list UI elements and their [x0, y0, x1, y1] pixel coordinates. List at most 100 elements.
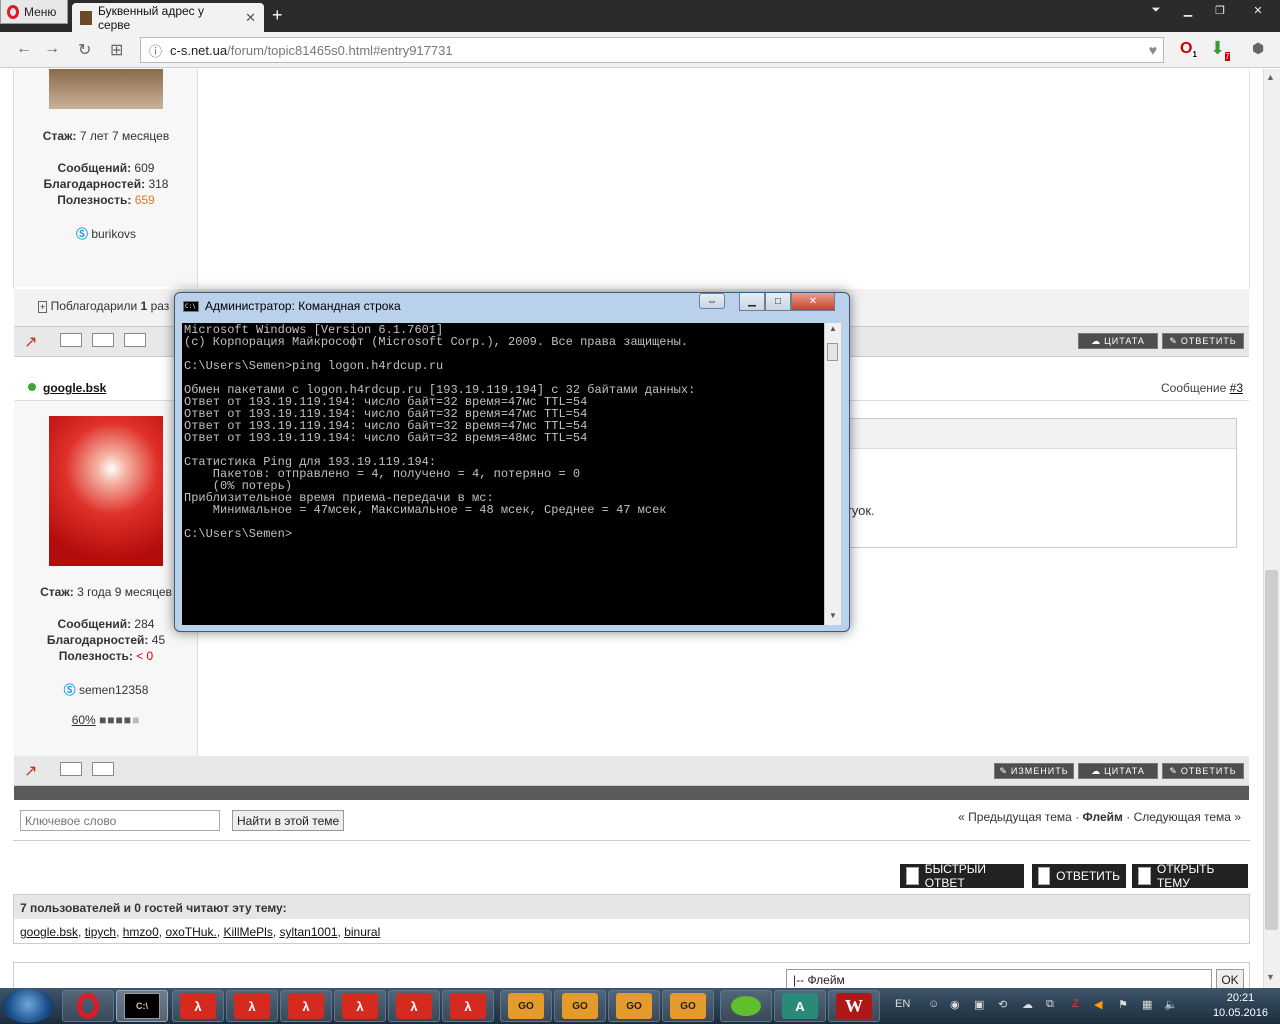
- post2-msg-link[interactable]: #3: [1230, 381, 1243, 395]
- reply-big-button[interactable]: ОТВЕТИТЬ: [1032, 864, 1126, 888]
- post2-msg-label: Сообщение: [1160, 381, 1227, 395]
- jump-ok-button[interactable]: OK: [1216, 969, 1244, 989]
- back-icon[interactable]: ←: [16, 40, 32, 58]
- tray-monitor-icon[interactable]: ▣: [974, 998, 984, 1011]
- search-topic-button[interactable]: Найти в этой теме: [232, 810, 345, 831]
- tray-speaker-alert-icon[interactable]: ◀: [1094, 998, 1102, 1011]
- quote-button[interactable]: ☁ ЦИТАТА: [1078, 333, 1158, 349]
- tray-network2-icon[interactable]: ⧉: [1046, 998, 1054, 1011]
- reader-user-link[interactable]: binural: [344, 925, 380, 939]
- taskbar-csgo-3[interactable]: GO: [608, 990, 660, 1022]
- taskbar-hl-3[interactable]: λ: [280, 990, 332, 1022]
- language-indicator[interactable]: EN: [895, 998, 910, 1010]
- reader-user-link[interactable]: hmzo0: [123, 925, 159, 939]
- download-extension-icon[interactable]: ⬇7: [1210, 38, 1230, 61]
- search-input[interactable]: [20, 810, 220, 831]
- cmd-maximize-icon[interactable]: □: [765, 293, 791, 311]
- tray-sync-icon[interactable]: ⟲: [998, 998, 1007, 1011]
- cmd-scroll-thumb[interactable]: [827, 343, 838, 361]
- next-topic-link[interactable]: Следующая тема »: [1134, 810, 1241, 824]
- taskbar-hl-1[interactable]: λ: [172, 990, 224, 1022]
- reader-user-link[interactable]: syltan1001: [280, 925, 338, 939]
- up-arrow-icon[interactable]: ↗: [24, 332, 37, 352]
- start-button[interactable]: [2, 989, 54, 1023]
- taskbar-hl-2[interactable]: λ: [226, 990, 278, 1022]
- taskbar-a-app[interactable]: A: [774, 990, 826, 1022]
- mail-icon[interactable]: [124, 333, 146, 347]
- post2-thanks-value: 45: [151, 633, 166, 647]
- site-info-icon[interactable]: ⓘ: [149, 41, 162, 60]
- adblock-extension-icon[interactable]: O1: [1180, 40, 1197, 60]
- speed-dial-icon[interactable]: ⊞: [110, 40, 123, 60]
- page-scroll-thumb[interactable]: [1265, 570, 1278, 930]
- reader-user-link[interactable]: KillMePls: [223, 925, 272, 939]
- scroll-down-icon[interactable]: ▼: [1266, 972, 1275, 982]
- opera-menu-button[interactable]: Меню: [0, 0, 68, 24]
- post2-skype[interactable]: semen12358: [79, 683, 148, 697]
- minimize-icon[interactable]: ▁: [1172, 0, 1204, 20]
- tray-volume-icon[interactable]: 🔈: [1164, 998, 1178, 1011]
- cmd-scrollbar[interactable]: ▲ ▼: [824, 323, 841, 625]
- reply-button[interactable]: ✎ ОТВЕТИТЬ: [1162, 333, 1244, 349]
- extensions-icon[interactable]: ⬢: [1252, 40, 1264, 57]
- report-icon[interactable]: [60, 762, 82, 776]
- quick-reply-button[interactable]: БЫСТРЫЙ ОТВЕТ: [900, 862, 1024, 890]
- quote-button[interactable]: ☁ ЦИТАТА: [1078, 763, 1158, 779]
- system-clock[interactable]: 20:21 10.05.2016: [1213, 991, 1268, 1021]
- prev-topic-link[interactable]: « Предыдущая тема: [958, 810, 1072, 824]
- taskbar-hl-5[interactable]: λ: [388, 990, 440, 1022]
- tray-steam-icon[interactable]: ◉: [950, 998, 960, 1011]
- taskbar-w-app[interactable]: W: [828, 990, 880, 1022]
- post1-skype[interactable]: burikovs: [91, 227, 136, 241]
- cmd-scroll-up-icon[interactable]: ▲: [829, 324, 837, 333]
- tray-flag-icon[interactable]: ⚑: [1118, 998, 1128, 1011]
- tab-menu-icon[interactable]: ⏷: [1140, 0, 1172, 20]
- edit-button[interactable]: ✎ ИЗМЕНИТЬ: [994, 763, 1074, 779]
- cmd-minimize-icon[interactable]: ▁: [739, 293, 765, 311]
- post2-author-link[interactable]: google.bsk: [43, 381, 106, 395]
- taskbar-csgo-2[interactable]: GO: [554, 990, 606, 1022]
- forum-jump-select[interactable]: |-- Флейм: [786, 969, 1212, 989]
- cmd-window[interactable]: C:\ Администратор: Командная строка ⇔ ▁ □…: [174, 292, 850, 632]
- reader-user-link[interactable]: google.bsk: [20, 925, 78, 939]
- up-arrow-icon[interactable]: ↗: [24, 761, 37, 781]
- tray-onedrive-icon[interactable]: ☁: [1022, 998, 1033, 1011]
- forward-icon[interactable]: →: [44, 40, 60, 58]
- tray-filezilla-icon[interactable]: Z: [1072, 998, 1079, 1010]
- expand-icon[interactable]: +: [38, 301, 48, 313]
- browser-tab[interactable]: Буквенный адрес у серве ✕: [72, 3, 264, 32]
- close-window-icon[interactable]: ✕: [1236, 0, 1280, 20]
- cmd-console-output[interactable]: Microsoft Windows [Version 6.1.7601] (c) …: [182, 323, 824, 625]
- print-icon[interactable]: [92, 762, 114, 776]
- reader-user-link[interactable]: tipych: [85, 925, 116, 939]
- tab-close-icon[interactable]: ✕: [245, 10, 256, 26]
- warn-percent[interactable]: 60%: [72, 713, 96, 727]
- report-icon[interactable]: [60, 333, 82, 347]
- cmd-scroll-down-icon[interactable]: ▼: [829, 611, 837, 620]
- post1-avatar: [49, 69, 163, 109]
- new-tab-icon[interactable]: +: [272, 5, 283, 26]
- bookmark-heart-icon[interactable]: ♥: [1149, 42, 1157, 58]
- taskbar-cmd[interactable]: C:\: [116, 990, 168, 1022]
- print-icon[interactable]: [92, 333, 114, 347]
- taskbar-csgo-1[interactable]: GO: [500, 990, 552, 1022]
- taskbar-opera[interactable]: [62, 990, 114, 1022]
- reader-user-link[interactable]: oxoTHuk.: [165, 925, 216, 939]
- maximize-icon[interactable]: ❐: [1204, 0, 1236, 20]
- taskbar-green-app[interactable]: [720, 990, 772, 1022]
- current-forum-link[interactable]: Флейм: [1083, 810, 1123, 824]
- half-life-icon: λ: [288, 993, 324, 1019]
- tray-people-icon[interactable]: ☺: [928, 998, 939, 1010]
- scroll-up-icon[interactable]: ▲: [1266, 72, 1275, 82]
- taskbar-csgo-4[interactable]: GO: [662, 990, 714, 1022]
- taskbar-hl-6[interactable]: λ: [442, 990, 494, 1022]
- reload-icon[interactable]: ↻: [78, 40, 91, 60]
- skype-icon: Ⓢ: [75, 227, 88, 241]
- url-field[interactable]: ⓘ c-s.net.ua/forum/topic81465s0.html#ent…: [140, 37, 1164, 63]
- reply-button[interactable]: ✎ ОТВЕТИТЬ: [1162, 763, 1244, 779]
- cmd-close-icon[interactable]: ✕: [791, 293, 835, 311]
- snap-icon[interactable]: ⇔: [699, 293, 725, 309]
- open-topic-button[interactable]: ОТКРЫТЬ ТЕМУ: [1132, 862, 1248, 890]
- tray-network-icon[interactable]: ▦: [1142, 998, 1152, 1011]
- taskbar-hl-4[interactable]: λ: [334, 990, 386, 1022]
